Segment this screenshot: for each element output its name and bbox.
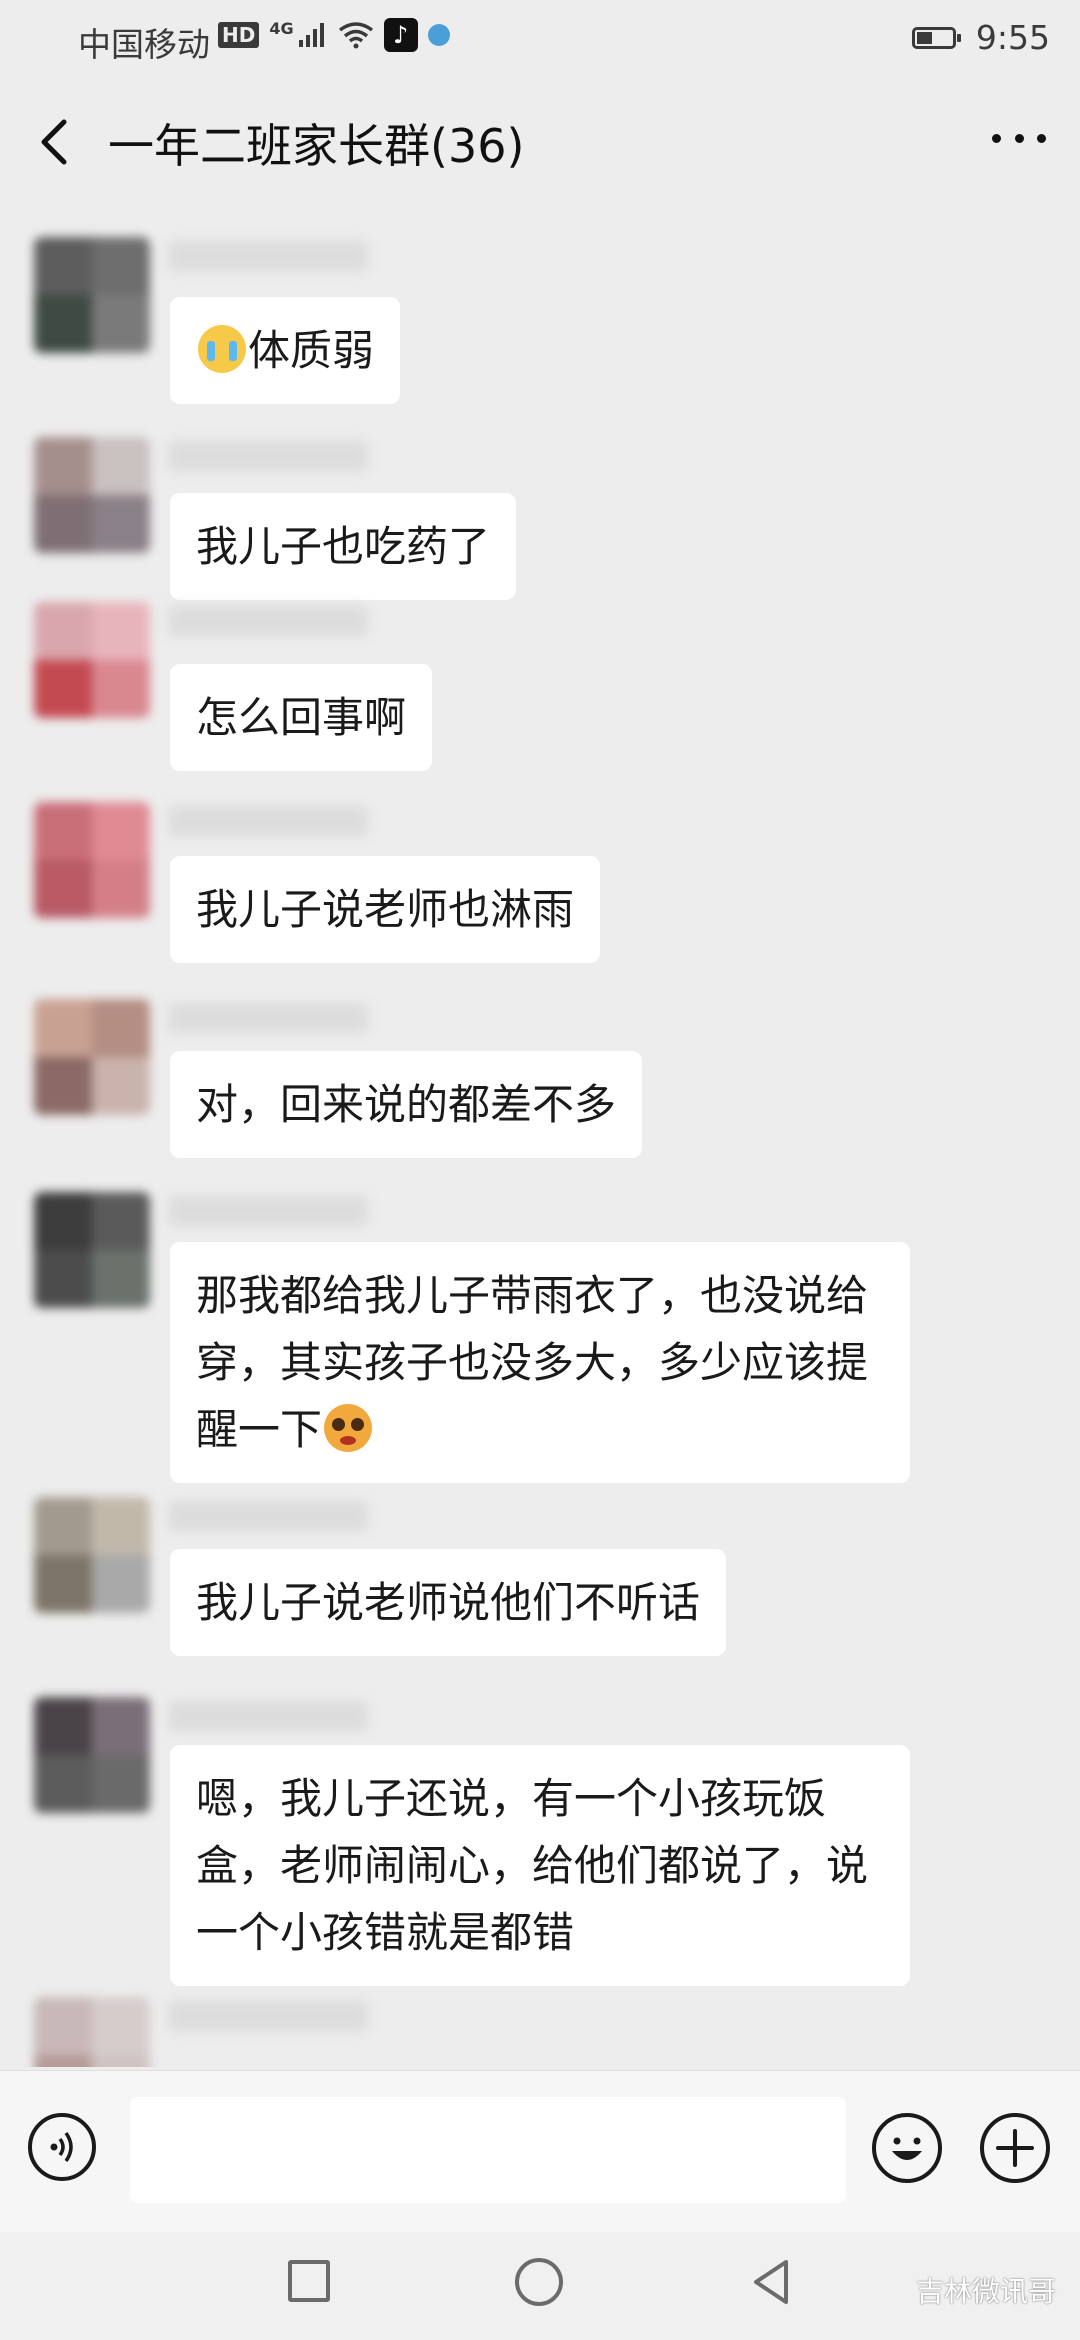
status-bar: 中国移动 HD 4G ♪ 9:55 bbox=[0, 0, 1080, 72]
message-text: 那我都给我儿子带雨衣了，也没说给穿，其实孩子也没多大，多少应该提醒一下 bbox=[196, 1271, 869, 1454]
message-bubble[interactable]: 我儿子说老师说他们不听话 bbox=[170, 1549, 727, 1656]
app-icon bbox=[427, 24, 450, 46]
chat-screen: 中国移动 HD 4G ♪ 9:55 一年二班家长群(36) 体质弱 我儿子也吃药… bbox=[0, 0, 1080, 2340]
message-bubble[interactable]: 那我都给我儿子带雨衣了，也没说给穿，其实孩子也没多大，多少应该提醒一下 bbox=[170, 1242, 910, 1483]
sender-name bbox=[168, 2001, 368, 2031]
hd-icon: HD bbox=[218, 22, 260, 48]
sender-name bbox=[168, 1501, 368, 1531]
message-bubble[interactable]: 怎么回事啊 bbox=[170, 664, 433, 771]
status-icons: HD 4G ♪ bbox=[218, 18, 450, 52]
carrier-label: 中国移动 bbox=[78, 25, 210, 64]
chat-header: 一年二班家长群(36) bbox=[0, 72, 1080, 207]
pleading-emoji-icon bbox=[324, 1404, 373, 1452]
system-navigation-bar: 吉林微讯哥 bbox=[0, 2232, 1080, 2340]
clock: 9:55 bbox=[975, 18, 1050, 57]
message-text: 我儿子也吃药了 bbox=[196, 522, 491, 571]
message-bubble[interactable]: 我儿子也吃药了 bbox=[170, 493, 517, 600]
sender-name bbox=[168, 1003, 368, 1033]
message-bubble[interactable]: 对，回来说的都差不多 bbox=[170, 1051, 643, 1158]
avatar[interactable] bbox=[34, 802, 150, 918]
tiktok-icon: ♪ bbox=[383, 18, 418, 52]
more-options-icon[interactable] bbox=[992, 128, 1046, 148]
avatar[interactable] bbox=[34, 437, 150, 553]
home-button[interactable] bbox=[515, 2258, 563, 2306]
avatar[interactable] bbox=[34, 237, 150, 353]
message-text: 体质弱 bbox=[248, 326, 375, 375]
crying-emoji-icon bbox=[198, 325, 246, 373]
sender-name bbox=[168, 1701, 368, 1731]
wifi-icon bbox=[338, 22, 373, 49]
avatar[interactable] bbox=[34, 1997, 150, 2067]
sender-name bbox=[168, 1196, 368, 1226]
back-arrow-icon[interactable] bbox=[30, 112, 80, 172]
message-text: 嗯，我儿子还说，有一个小孩玩饭盒，老师闹闹心，给他们都说了，说一个小孩错就是都错 bbox=[196, 1774, 869, 1957]
battery-icon bbox=[911, 26, 961, 49]
emoji-icon[interactable] bbox=[872, 2113, 942, 2183]
network-type-label: 4G bbox=[269, 18, 294, 38]
recents-button[interactable] bbox=[288, 2260, 330, 2302]
message-text: 怎么回事啊 bbox=[196, 693, 407, 742]
message-text: 对，回来说的都差不多 bbox=[196, 1080, 617, 1129]
avatar[interactable] bbox=[34, 999, 150, 1115]
sender-name bbox=[168, 806, 368, 836]
avatar[interactable] bbox=[34, 1192, 150, 1308]
sender-name bbox=[168, 606, 368, 636]
message-bubble[interactable]: 我儿子说老师也淋雨 bbox=[170, 856, 601, 963]
avatar[interactable] bbox=[34, 1497, 150, 1613]
sender-name bbox=[168, 441, 368, 471]
status-right: 9:55 bbox=[911, 18, 1050, 57]
message-text: 我儿子说老师也淋雨 bbox=[196, 885, 575, 934]
chat-title: 一年二班家长群(36) bbox=[108, 119, 525, 173]
avatar[interactable] bbox=[34, 1697, 150, 1813]
message-input[interactable] bbox=[130, 2097, 846, 2203]
back-button[interactable] bbox=[746, 2256, 796, 2308]
sender-name bbox=[168, 241, 368, 271]
plus-icon[interactable] bbox=[980, 2113, 1050, 2183]
watermark: 吉林微讯哥 bbox=[915, 2275, 1056, 2308]
message-list[interactable]: 体质弱 我儿子也吃药了 怎么回事啊 我儿子说老师也淋雨 对，回来说的都差不多 那… bbox=[0, 207, 1080, 2067]
signal-icon bbox=[298, 23, 324, 47]
message-bubble[interactable]: 体质弱 bbox=[170, 297, 401, 404]
avatar[interactable] bbox=[34, 602, 150, 718]
voice-icon[interactable] bbox=[28, 2113, 96, 2181]
message-bubble[interactable]: 嗯，我儿子还说，有一个小孩玩饭盒，老师闹闹心，给他们都说了，说一个小孩错就是都错 bbox=[170, 1745, 910, 1986]
message-text: 我儿子说老师说他们不听话 bbox=[196, 1578, 701, 1627]
message-input-bar bbox=[0, 2070, 1080, 2233]
